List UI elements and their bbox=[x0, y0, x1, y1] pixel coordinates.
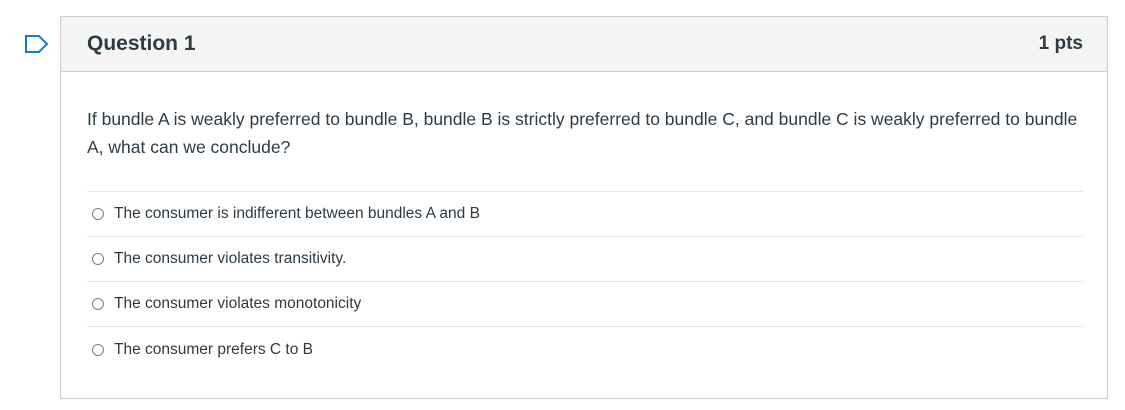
radio-button[interactable] bbox=[92, 253, 104, 265]
radio-button[interactable] bbox=[92, 208, 104, 220]
flag-question-icon[interactable] bbox=[24, 34, 50, 54]
answer-option[interactable]: The consumer prefers C to B bbox=[87, 327, 1083, 372]
question-header: Question 1 1 pts bbox=[61, 17, 1107, 72]
question-title: Question 1 bbox=[87, 32, 196, 55]
question-text: If bundle A is weakly preferred to bundl… bbox=[87, 109, 1078, 157]
quiz-page: Question 1 1 pts If bundle A is weakly p… bbox=[0, 0, 1125, 410]
answer-option[interactable]: The consumer violates monotonicity bbox=[87, 282, 1083, 327]
question-body: If bundle A is weakly preferred to bundl… bbox=[61, 72, 1107, 372]
answer-label[interactable]: The consumer violates transitivity. bbox=[114, 250, 346, 268]
answer-label[interactable]: The consumer prefers C to B bbox=[114, 341, 313, 359]
answer-label[interactable]: The consumer violates monotonicity bbox=[114, 295, 361, 313]
question-card: Question 1 1 pts If bundle A is weakly p… bbox=[60, 16, 1108, 399]
question-points: 1 pts bbox=[1038, 33, 1083, 54]
radio-button[interactable] bbox=[92, 343, 104, 356]
answer-option[interactable]: The consumer violates transitivity. bbox=[87, 237, 1083, 282]
radio-button[interactable] bbox=[92, 298, 104, 310]
answer-label[interactable]: The consumer is indifferent between bund… bbox=[114, 205, 480, 223]
answer-list: The consumer is indifferent between bund… bbox=[87, 191, 1083, 372]
answer-option[interactable]: The consumer is indifferent between bund… bbox=[87, 192, 1083, 237]
